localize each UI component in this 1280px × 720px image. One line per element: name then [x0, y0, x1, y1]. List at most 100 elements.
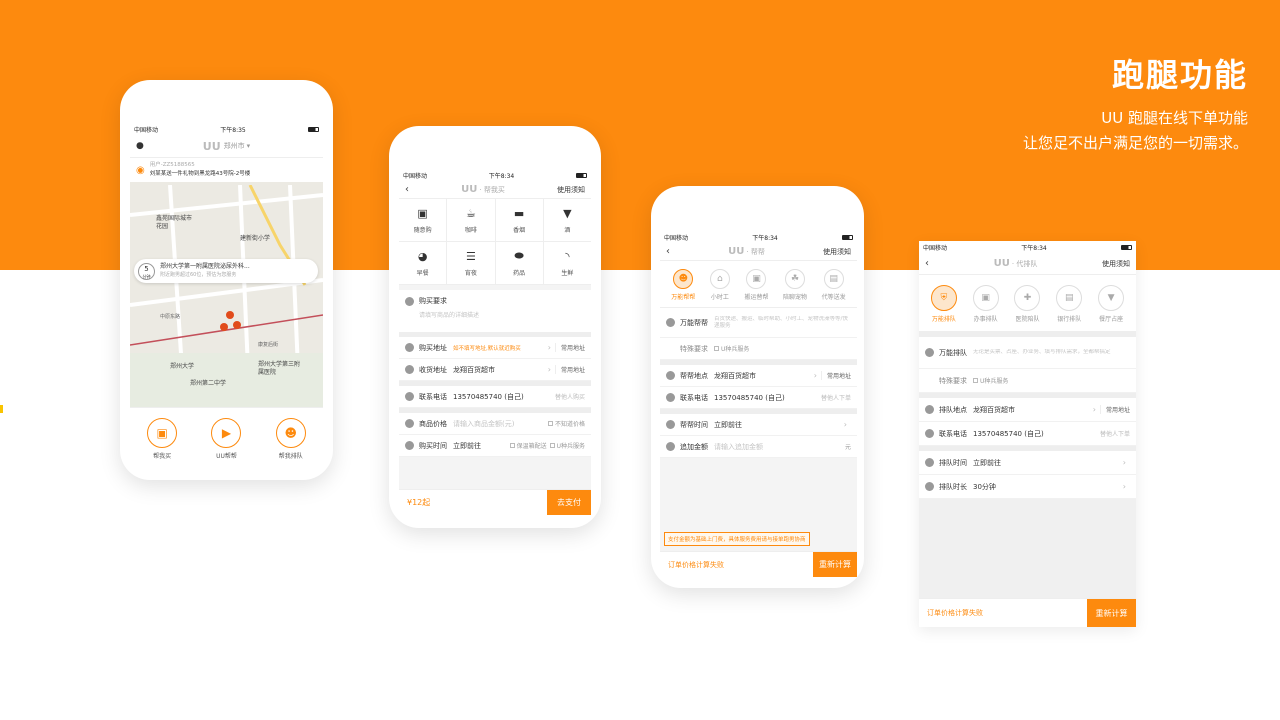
navbar: ‹ UU · 帮我买 使用须知	[399, 181, 591, 199]
destination-bubble[interactable]: 5 分钟 郑州大学第一附属医院泌尿外科... 附近跑男超过60位，预估为您服务	[134, 259, 318, 283]
requirement-input[interactable]: 请填写商品的详细描述	[419, 310, 585, 319]
service-item[interactable]: ⛨ 万能排队	[930, 285, 957, 323]
map-label: 郑州大学第三附属医院	[258, 361, 301, 376]
service-item[interactable]: ✚ 医院陪队	[1014, 285, 1041, 323]
recalculate-button[interactable]: 重新计算	[1087, 599, 1136, 627]
category-item[interactable]: ☰ 宵夜	[447, 242, 495, 284]
category-item[interactable]: ◕ 早餐	[399, 242, 447, 284]
service-item[interactable]: ⌂ 小时工	[709, 269, 730, 301]
category-item[interactable]: ☕ 咖啡	[447, 199, 495, 241]
fee-notice: 支付金额为基础上门费，具体服务费用请与接单跑男协商	[664, 532, 810, 546]
document-icon: ▤	[823, 269, 844, 289]
map-label: 鑫苑国际城市花园	[156, 215, 193, 230]
service-item[interactable]: ☘ 陪聊宠物	[783, 269, 807, 301]
place-row[interactable]: 帮帮地点 龙翔百货超市 › 常用地址	[660, 365, 857, 387]
phone-row[interactable]: 联系电话 13570485740 (自己) 替他人下单	[919, 422, 1136, 446]
phone-row[interactable]: 联系电话 13570485740 (自己) 替他人购买	[399, 386, 591, 408]
price-row[interactable]: 商品价格 请输入商品金额(元) 不知道价格	[399, 413, 591, 435]
coffee-icon: ☕	[465, 206, 476, 220]
battery-icon	[842, 234, 853, 240]
phone-mockup-help: 中国移动 下午8:34 ‹ UU · 帮帮 使用须知 ☻ 万能帮帮 ⌂ 小时工 ▣ 搬运替…	[651, 186, 864, 588]
map-topbar: ● UU 郑州市 ▾	[130, 135, 323, 157]
cigarette-icon: ▬	[513, 206, 525, 220]
duration-row[interactable]: 排队时长 30分钟 ›	[919, 475, 1136, 499]
help-link[interactable]: 使用须知	[557, 185, 585, 195]
carrier-label: 中国移动	[134, 126, 159, 134]
bag-icon: ▣	[417, 206, 428, 220]
place-row[interactable]: 排队地点 龙翔百货超市 › 常用地址	[919, 398, 1136, 422]
subtitle-line1: UU 跑腿在线下单功能	[1101, 109, 1248, 127]
back-icon[interactable]: ‹	[405, 184, 409, 195]
user-icon[interactable]: ●	[136, 141, 144, 151]
time-row[interactable]: 帮帮时间 立即前往 ›	[660, 414, 857, 436]
map-label: 郑州大学	[170, 363, 195, 370]
bottom-tabs: ▣ 帮我买 ▶ UU帮帮 ☻ 帮我排队	[130, 407, 323, 469]
recalculate-button[interactable]: 重新计算	[813, 552, 857, 577]
category-grid: ▣ 随意购 ☕ 咖啡 ▬ 香烟 ▼ 酒 ◕ 早餐 ☰ 宵夜 ⬬ 药品 ◝ 生鲜	[399, 199, 591, 285]
receive-address-row[interactable]: 收货地址 龙翔百货超市 › 常用地址	[399, 359, 591, 381]
fish-icon: ◝	[565, 249, 570, 263]
buy-address-row[interactable]: 购买地址 如不填写地址,默认就近购买 › 常用地址	[399, 337, 591, 359]
cocktail-icon: ▼	[1098, 285, 1125, 311]
battery-icon	[308, 126, 319, 132]
special-row[interactable]: 特殊要求 U种兵服务	[919, 369, 1136, 393]
phone-row[interactable]: 联系电话 13570485740 (自己) 替他人下单	[660, 387, 857, 409]
notice-text: 刘某某送一件礼物到黑龙路43号院-2号楼	[149, 171, 251, 177]
subtitle-line2: 让您足不出户满足您的一切需求。	[1022, 134, 1248, 152]
extra-row[interactable]: 追加金额 请输入追加金额元	[660, 436, 857, 458]
back-icon[interactable]: ‹	[925, 258, 929, 269]
destination-subtext: 附近跑男超过60位，预估为您服务	[160, 272, 237, 278]
requirement-block[interactable]: 购买要求 请填写商品的详细描述	[399, 290, 591, 332]
pet-icon: ☘	[785, 269, 806, 289]
phone-mockup-map: 中国移动 下午8:35 ● UU 郑州市 ▾ ◉ 用户-ZZ5188565 刘某某送…	[120, 80, 333, 480]
help-link[interactable]: 使用须知	[1102, 259, 1130, 269]
category-item[interactable]: ▬ 香烟	[495, 199, 543, 241]
navbar: ‹ UU · 代排队 使用须知	[919, 253, 1136, 275]
logo: UU	[202, 139, 221, 153]
hospital-icon: ✚	[1014, 285, 1041, 311]
city-selector[interactable]: 郑州市	[224, 141, 245, 151]
order-notice[interactable]: ◉ 用户-ZZ5188565 刘某某送一件礼物到黑龙路43号院-2号楼	[130, 157, 323, 182]
pay-button[interactable]: 去支付	[547, 490, 591, 515]
time-row[interactable]: 排队时间 立即前往 ›	[919, 451, 1136, 475]
help-link[interactable]: 使用须知	[823, 247, 851, 257]
tab-help[interactable]: ▶ UU帮帮	[211, 417, 242, 460]
checkout-bar: ¥12起 去支付	[399, 489, 591, 515]
category-item[interactable]: ▼ 酒	[543, 199, 591, 241]
fries-icon: ☰	[465, 249, 476, 263]
service-item[interactable]: ▣ 办事排队	[972, 285, 999, 323]
user-id: 用户-ZZ5188565	[149, 162, 195, 168]
category-item[interactable]: ⬬ 药品	[495, 242, 543, 284]
helper-icon: ☻	[673, 269, 694, 289]
headline: 跑腿功能 UU 跑腿在线下单功能 让您足不出户满足您的一切需求。	[1023, 50, 1248, 156]
help-desc-row[interactable]: 万能帮帮 百货快递、搬运、临时帮助、小时工、宠物洗澡等等/快递服务	[660, 308, 857, 338]
service-item[interactable]: ▣ 搬运替帮	[744, 269, 768, 301]
tab-queue[interactable]: ☻ 帮我排队	[275, 417, 306, 460]
service-item[interactable]: ☻ 万能帮帮	[671, 269, 695, 301]
status-time: 下午8:35	[220, 126, 246, 134]
category-item[interactable]: ▣ 随意购	[399, 199, 447, 241]
wine-icon: ▼	[563, 206, 572, 220]
back-icon[interactable]: ‹	[666, 246, 670, 257]
battery-icon	[1121, 244, 1132, 250]
destination-text: 郑州大学第一附属医院泌尿外科...	[160, 263, 250, 270]
service-item[interactable]: ▤ 银行排队	[1056, 285, 1083, 323]
time-row[interactable]: 购买时间 立即前往 保温箱配送 U种兵服务	[399, 435, 591, 457]
service-item[interactable]: ▼ 餐厅占座	[1098, 285, 1125, 323]
queue-desc-row[interactable]: 万能排队 无论是买票、占座、办业务、填写排队需求，全都帮搞定	[919, 337, 1136, 369]
pill-icon: ⬬	[514, 249, 524, 262]
tab-buy[interactable]: ▣ 帮我买	[147, 417, 178, 460]
service-item[interactable]: ▤ 代等送发	[822, 269, 846, 301]
map-label: 郑州第二中学	[190, 380, 227, 387]
phone-mockup-buy: 中国移动 下午8:34 ‹ UU · 帮我买 使用须知 ▣ 随意购 ☕ 咖啡 ▬ 香烟 ▼…	[389, 126, 601, 528]
special-row[interactable]: 特殊要求 U种兵服务	[660, 338, 857, 360]
battery-icon	[576, 172, 587, 178]
briefcase-icon: ▣	[972, 285, 999, 311]
service-selector: ⛨ 万能排队 ▣ 办事排队 ✚ 医院陪队 ▤ 银行排队 ▼ 餐厅占座	[919, 275, 1136, 332]
checkout-bar: 订单价格计算失败 重新计算	[660, 551, 857, 577]
eta-badge: 5 分钟	[138, 262, 155, 280]
home-icon: ⌂	[709, 269, 730, 289]
category-item[interactable]: ◝ 生鲜	[543, 242, 591, 284]
checkout-bar: 订单价格计算失败 重新计算	[919, 598, 1136, 627]
queue-icon: ☻	[275, 417, 306, 448]
